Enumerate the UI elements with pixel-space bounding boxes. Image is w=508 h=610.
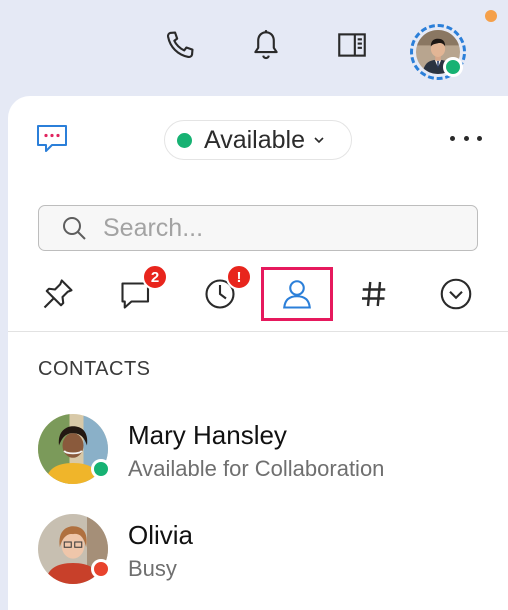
top-bar [0,0,508,96]
search-field[interactable] [38,205,478,251]
pin-icon [43,279,73,309]
chevron-down-icon [314,137,324,144]
search-input[interactable] [103,213,463,243]
bell-icon[interactable] [248,27,284,63]
unread-badge: 2 [142,264,168,290]
contact-status: Available for Collaboration [128,456,385,481]
hashtag-icon [362,281,386,307]
tab-channels[interactable] [346,268,402,320]
sidebar-panel-icon[interactable] [334,27,370,63]
tab-more[interactable] [428,268,484,320]
section-title: CONTACTS [38,358,151,380]
more-options-icon[interactable] [450,126,482,150]
profile-avatar[interactable] [410,24,466,80]
status-dot [91,559,111,579]
status-dot [443,57,463,77]
main-panel: Available 2 ! [8,96,508,610]
presence-label: Available [204,125,306,154]
alert-badge: ! [226,264,252,290]
divider [8,331,508,332]
chat-app-logo-icon[interactable] [34,120,70,156]
contact-item[interactable]: Mary Hansley Available for Collaboration [38,414,488,490]
contacts-icon [283,280,311,309]
contact-name: Mary Hansley [128,420,287,450]
phone-icon[interactable] [162,27,198,63]
notification-dot [485,10,497,22]
tab-pinned[interactable] [30,268,86,320]
search-icon [63,217,86,240]
tab-recent[interactable]: ! [192,264,252,320]
tab-contacts[interactable] [261,267,333,321]
tab-chats[interactable]: 2 [108,264,168,320]
chevron-circle-down-icon [440,278,472,310]
status-dot [91,459,111,479]
contact-status: Busy [128,556,177,581]
contact-item[interactable]: Olivia Busy [38,514,488,590]
presence-dot [177,132,192,148]
presence-dropdown[interactable]: Available [164,120,352,160]
contact-name: Olivia [128,520,194,550]
